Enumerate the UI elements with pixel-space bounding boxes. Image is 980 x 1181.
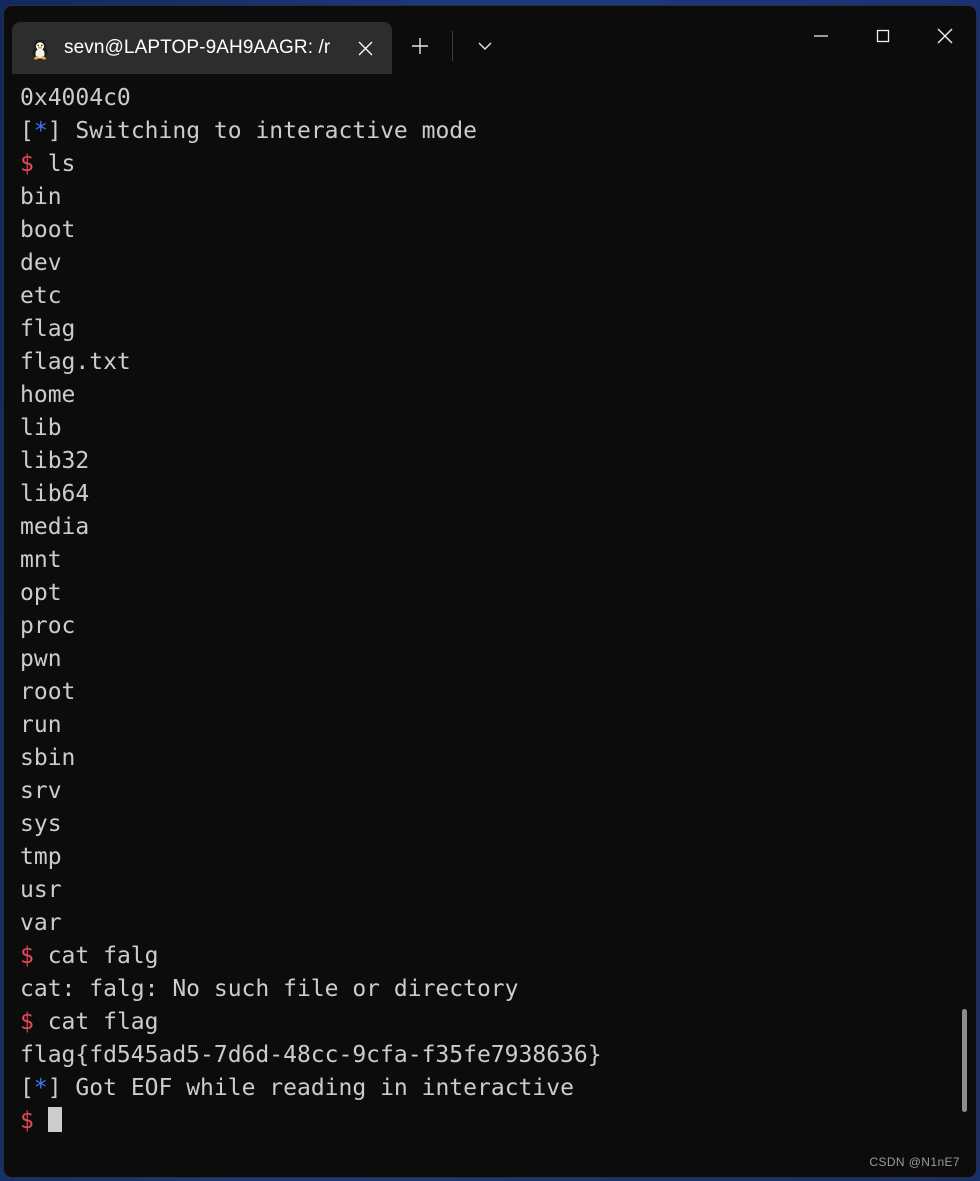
output-text: mnt <box>20 547 62 573</box>
chevron-down-icon[interactable] <box>463 26 507 66</box>
output-text: sbin <box>20 745 76 771</box>
close-tab-icon[interactable] <box>348 31 382 65</box>
shell-prompt-symbol: $ <box>20 943 34 969</box>
terminal-line: usr <box>20 874 976 907</box>
output-text: bin <box>20 184 62 210</box>
output-text: srv <box>20 778 62 804</box>
output-text: 0x4004c0 <box>20 85 131 111</box>
output-text: pwn <box>20 646 62 672</box>
shell-command: cat flag <box>33 1009 159 1035</box>
status-bracket-close: ] <box>47 118 62 144</box>
minimize-button[interactable] <box>790 6 852 66</box>
terminal-line: run <box>20 709 976 742</box>
terminal-line: var <box>20 907 976 940</box>
terminal-line: lib64 <box>20 478 976 511</box>
output-text: opt <box>20 580 62 606</box>
terminal-line: lib <box>20 412 976 445</box>
terminal-scrollbar[interactable] <box>958 74 970 1177</box>
terminal-output: 0x4004c0 [*] Switching to interactive mod… <box>20 82 976 1138</box>
terminal-line: sys <box>20 808 976 841</box>
output-text: run <box>20 712 62 738</box>
terminal-line: root <box>20 676 976 709</box>
status-bracket-open: [ <box>20 118 34 144</box>
window-controls <box>790 6 976 66</box>
output-text: etc <box>20 283 62 309</box>
terminal-line: srv <box>20 775 976 808</box>
terminal-line: tmp <box>20 841 976 874</box>
terminal-line: $ cat falg <box>20 940 976 973</box>
tab-actions-divider <box>452 31 453 61</box>
status-marker: * <box>33 118 48 144</box>
output-text: proc <box>20 613 76 639</box>
terminal-line: proc <box>20 610 976 643</box>
terminal-line: lib32 <box>20 445 976 478</box>
terminal-body[interactable]: 0x4004c0 [*] Switching to interactive mod… <box>4 74 976 1177</box>
terminal-line: sbin <box>20 742 976 775</box>
new-tab-icon[interactable] <box>398 26 442 66</box>
terminal-line: cat: falg: No such file or directory <box>20 973 976 1006</box>
output-text: sys <box>20 811 62 837</box>
linux-penguin-icon <box>32 39 48 60</box>
shell-command: cat falg <box>33 943 159 969</box>
terminal-line: etc <box>20 280 976 313</box>
shell-command: ls <box>33 151 76 177</box>
terminal-line: 0x4004c0 <box>20 82 976 115</box>
shell-prompt-symbol: $ <box>20 1108 34 1134</box>
terminal-line: flag{fd545ad5-7d6d-48cc-9cfa-f35fe793863… <box>20 1039 976 1072</box>
terminal-line: [*] Switching to interactive mode <box>20 115 976 148</box>
terminal-line: mnt <box>20 544 976 577</box>
close-button[interactable] <box>914 6 976 66</box>
status-bracket-open: [ <box>20 1075 34 1101</box>
output-text: flag{fd545ad5-7d6d-48cc-9cfa-f35fe793863… <box>20 1042 602 1068</box>
shell-prompt-symbol: $ <box>20 1009 34 1035</box>
terminal-line: bin <box>20 181 976 214</box>
terminal-line: media <box>20 511 976 544</box>
terminal-line: $ <box>20 1105 976 1138</box>
terminal-line: dev <box>20 247 976 280</box>
title-bar: sevn@LAPTOP-9AH9AAGR: /r <box>4 6 976 74</box>
status-marker: * <box>33 1075 48 1101</box>
terminal-tab[interactable]: sevn@LAPTOP-9AH9AAGR: /r <box>12 22 392 74</box>
terminal-line: boot <box>20 214 976 247</box>
shell-command <box>34 1108 48 1134</box>
output-text: var <box>20 910 62 936</box>
output-text: usr <box>20 877 62 903</box>
terminal-line: flag <box>20 313 976 346</box>
output-text: home <box>20 382 76 408</box>
terminal-line: [*] Got EOF while reading in interactive <box>20 1072 976 1105</box>
terminal-line: flag.txt <box>20 346 976 379</box>
terminal-window: sevn@LAPTOP-9AH9AAGR: /r 0x4004c0 [*] Sw… <box>3 5 977 1178</box>
tab-actions <box>392 20 513 74</box>
output-text: lib <box>20 415 62 441</box>
output-text: flag <box>20 316 76 342</box>
output-text: cat: falg: No such file or directory <box>20 976 519 1002</box>
status-bracket-close: ] <box>47 1075 62 1101</box>
shell-prompt-symbol: $ <box>20 151 34 177</box>
output-text: boot <box>20 217 76 243</box>
output-text: flag.txt <box>20 349 131 375</box>
text-cursor <box>47 1107 62 1132</box>
tab-title: sevn@LAPTOP-9AH9AAGR: /r <box>64 37 331 58</box>
output-text: dev <box>20 250 62 276</box>
output-text: media <box>20 514 90 540</box>
output-text: tmp <box>20 844 62 870</box>
terminal-line: pwn <box>20 643 976 676</box>
terminal-line: opt <box>20 577 976 610</box>
desktop-background: sevn@LAPTOP-9AH9AAGR: /r 0x4004c0 [*] Sw… <box>0 0 980 1181</box>
status-message: Got EOF while reading in interactive <box>61 1075 574 1101</box>
status-message: Switching to interactive mode <box>61 118 477 144</box>
output-text: root <box>20 679 76 705</box>
scrollbar-thumb[interactable] <box>962 1009 967 1112</box>
maximize-button[interactable] <box>852 6 914 66</box>
tab-strip: sevn@LAPTOP-9AH9AAGR: /r <box>4 6 392 74</box>
watermark: CSDN @N1nE7 <box>869 1155 960 1169</box>
terminal-line: $ ls <box>20 148 976 181</box>
terminal-line: home <box>20 379 976 412</box>
terminal-line: $ cat flag <box>20 1006 976 1039</box>
output-text: lib64 <box>20 481 90 507</box>
output-text: lib32 <box>20 448 90 474</box>
